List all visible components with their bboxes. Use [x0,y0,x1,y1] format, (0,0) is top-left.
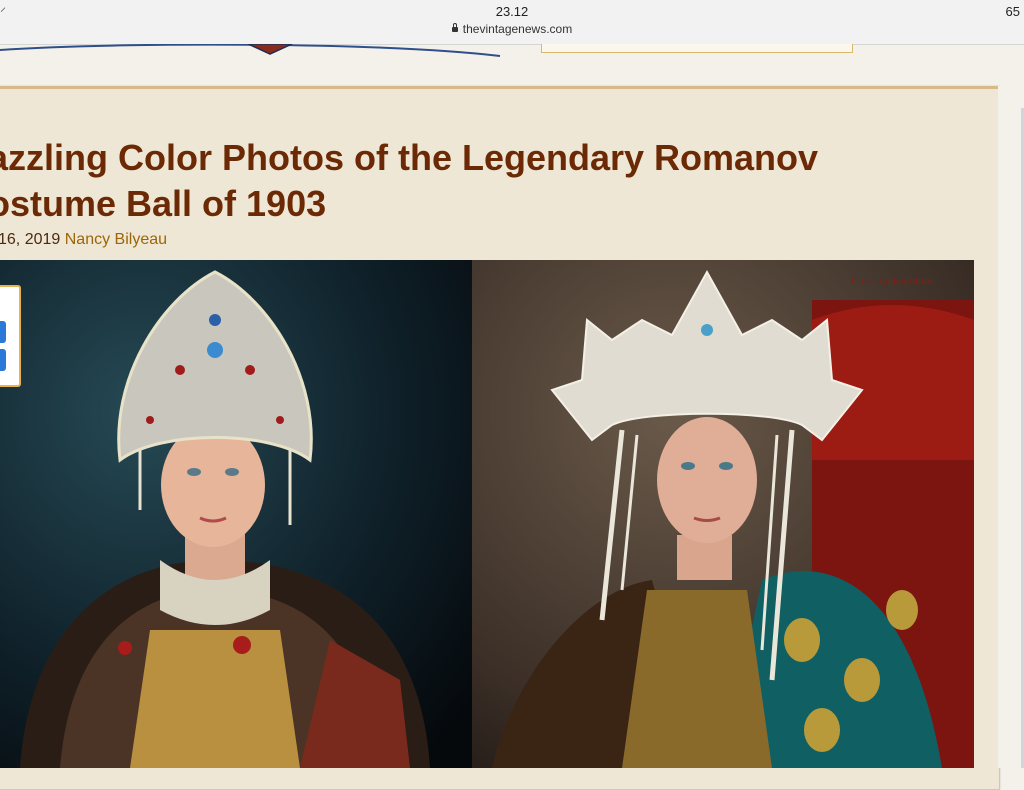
browser-status-bar: ⸍ 23.12 thevintagenews.com 65 [0,0,1024,45]
clock-time: 23.12 [495,4,529,19]
header-ad-box [541,44,853,53]
photo-left-woman-kokoshnik [0,260,472,768]
photo-credit: Color by Klimbim [851,275,933,287]
article-title-line-2: ostume Ball of 1903 [0,183,327,224]
facebook-share-icon[interactable] [0,321,6,343]
lock-icon [451,23,458,32]
address-url: thevintagenews.com [462,22,573,36]
article-title[interactable]: azzling Color Photos of the Legendary Ro… [0,135,988,227]
site-header [0,44,1024,88]
article-author-link[interactable]: Nancy Bilyeau [65,231,167,248]
article-date: 16, 2019 [0,231,61,248]
article-hero-image [0,260,974,768]
header-swoosh-graphic [0,44,501,57]
battery-level: 65 [1005,4,1020,19]
twitter-share-icon[interactable] [0,349,6,371]
share-widget[interactable] [0,285,21,387]
article-meta: 16, 2019 Nancy Bilyeau [0,231,167,249]
article-title-line-1: azzling Color Photos of the Legendary Ro… [0,137,819,178]
address-bar[interactable]: thevintagenews.com [0,22,1024,36]
photo-right-woman-kokoshnik [472,260,974,768]
